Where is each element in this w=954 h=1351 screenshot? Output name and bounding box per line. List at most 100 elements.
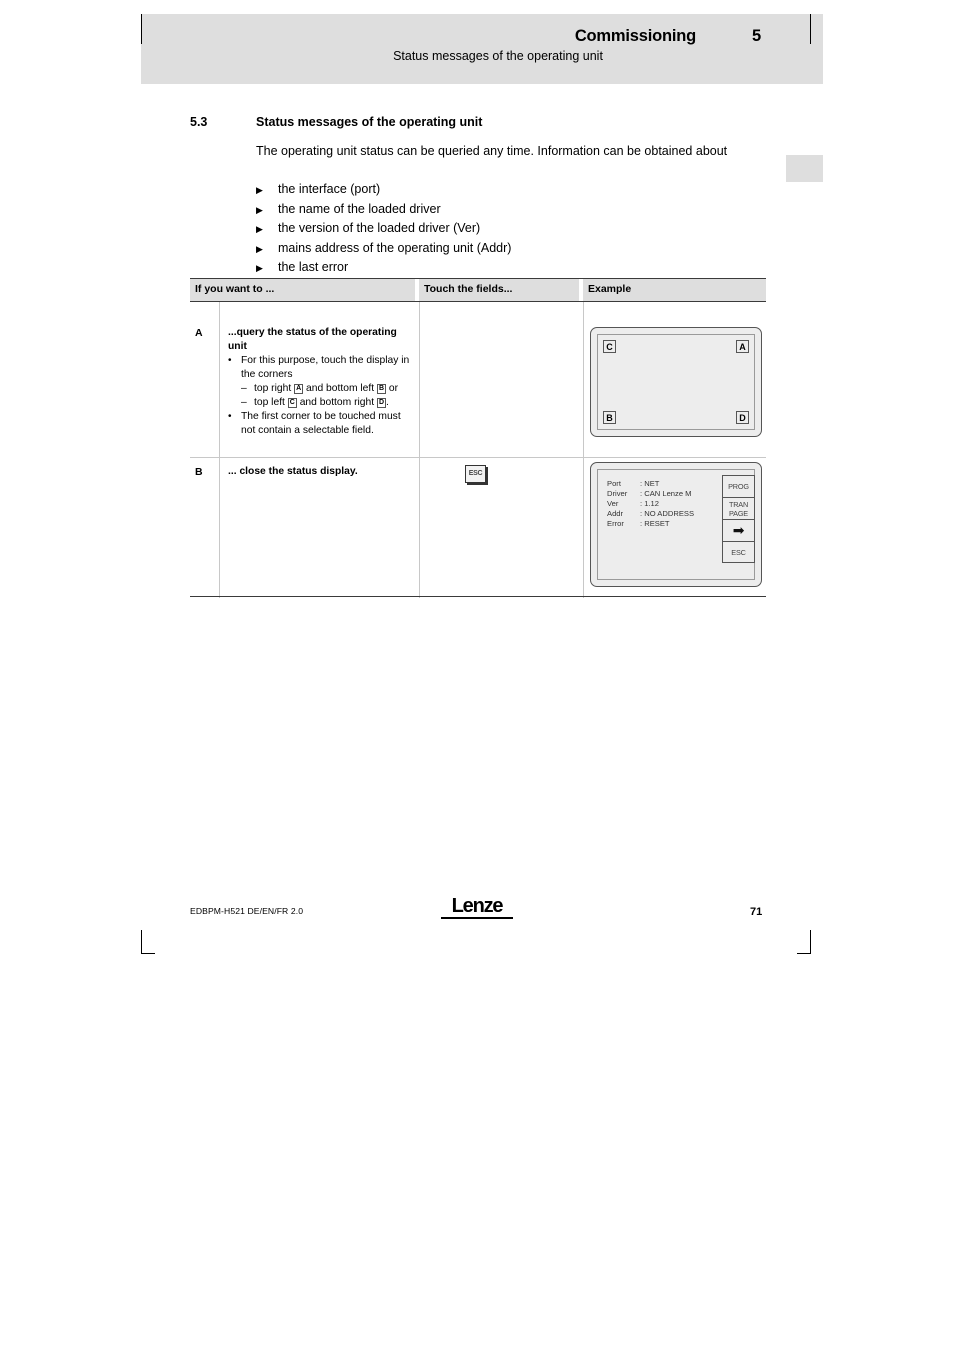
softkey-prog-button[interactable]: PROG (723, 476, 754, 498)
corner-field-b[interactable]: B (603, 411, 616, 424)
row-description-title: ... close the status display. (228, 466, 358, 477)
crop-mark-bottom-left (141, 930, 155, 954)
table-column-divider (419, 302, 420, 598)
status-line: Error : RESET (607, 519, 717, 529)
section-title: Status messages of the operating unit (256, 115, 483, 129)
list-item-label: top right A and bottom left B or (254, 382, 410, 396)
status-line: Addr : NO ADDRESS (607, 509, 717, 519)
status-value-addr: : NO ADDRESS (640, 509, 695, 518)
softkey-arrow-button[interactable]: ➡ (723, 520, 754, 542)
header-rule-right (810, 14, 811, 44)
status-line: Port : NET (607, 479, 717, 489)
softkey-tran-page-button[interactable]: TRAN PAGE (723, 498, 754, 520)
document-page: Commissioning 5 Status messages of the o… (0, 0, 954, 1351)
example-corner-display: C A B D (590, 327, 762, 437)
list-item-label: The first corner to be touched must not … (241, 411, 401, 436)
list-item: ▶ the name of the loaded driver (256, 200, 764, 220)
corner-field-c[interactable]: C (603, 340, 616, 353)
sub-text-mid: and bottom left (303, 383, 377, 394)
list-item-label: mains address of the operating unit (Add… (278, 240, 512, 255)
status-value-port: : NET (640, 479, 660, 488)
touch-field-cell-empty (430, 326, 570, 446)
list-item-label: the name of the loaded driver (278, 201, 441, 216)
table-header-row: If you want to ... Touch the fields... E… (190, 278, 766, 302)
list-item: – top left C and bottom right D. (241, 396, 410, 410)
header-title: Commissioning (574, 27, 696, 45)
status-value-driver: : CAN Lenze M (640, 489, 692, 498)
lenze-logo-text: Lenze (451, 895, 504, 917)
footer-page-number: 71 (750, 906, 763, 918)
list-item: ▶ the version of the loaded driver (Ver) (256, 219, 764, 239)
boxed-letter-d-icon: D (376, 398, 387, 408)
dash-bullet-icon: – (241, 383, 247, 394)
status-key-port: Port (607, 479, 621, 488)
example-status-screen: Port : NET Driver : CAN Lenze M Ver : 1.… (590, 462, 762, 587)
list-item-label: For this purpose, touch the display in t… (241, 355, 410, 380)
esc-key-icon[interactable]: ESC (465, 465, 486, 483)
sub-text-pre: top right (254, 383, 295, 394)
procedure-table: If you want to ... Touch the fields... E… (190, 278, 766, 598)
list-item: • For this purpose, touch the display in… (228, 354, 410, 382)
display-inner-frame (597, 334, 755, 430)
sub-text-pre: top left (254, 397, 288, 408)
triangle-bullet-icon: ▶ (256, 243, 263, 254)
softkey-page-label: PAGE (729, 509, 748, 518)
list-item: ▶ the interface (port) (256, 180, 764, 200)
triangle-bullet-icon: ▶ (256, 204, 263, 215)
list-item-label: the interface (port) (278, 182, 381, 196)
status-key-ver: Ver (607, 499, 619, 508)
corner-field-a[interactable]: A (736, 340, 749, 353)
row-letter: B (195, 466, 203, 478)
softkey-esc-label: ESC (731, 548, 746, 557)
list-item: ▶ mains address of the operating unit (A… (256, 239, 764, 259)
lenze-logo-underline (441, 917, 513, 920)
corner-field-d[interactable]: D (736, 411, 749, 424)
status-message-list: Port : NET Driver : CAN Lenze M Ver : 1.… (607, 479, 717, 529)
list-item-label: top left C and bottom right D. (254, 396, 410, 410)
right-arrow-icon: ➡ (732, 522, 745, 538)
bullet-dot-icon: • (228, 355, 232, 366)
header-rule-left (141, 14, 142, 44)
sub-list: – top right A and bottom left B or – top… (228, 382, 410, 410)
triangle-bullet-icon: ▶ (256, 224, 263, 234)
status-line: Driver : CAN Lenze M (607, 489, 717, 499)
table-body: A ...query the status of the operating u… (190, 302, 766, 598)
softkey-prog-label: PROG (728, 482, 749, 491)
softkey-esc-button[interactable]: ESC (723, 542, 754, 564)
list-item-label: the version of the loaded driver (Ver) (278, 221, 481, 235)
row-description-cell: ...query the status of the operating uni… (228, 326, 410, 438)
list-item: • The first corner to be touched must no… (228, 410, 410, 438)
status-key-driver: Driver (607, 489, 628, 498)
triangle-bullet-icon: ▶ (256, 263, 263, 273)
header-gap (579, 279, 583, 301)
lenze-logo: Lenze (441, 895, 513, 920)
dash-bullet-icon: – (241, 397, 247, 408)
sub-text-post: or (386, 383, 399, 394)
bullet-dot-icon: • (228, 411, 232, 422)
list-item-label: the last error (278, 260, 349, 274)
table-column-divider (583, 302, 584, 598)
column-header-if-you-want-to: If you want to ... (195, 283, 275, 295)
triangle-bullet-icon: ▶ (256, 185, 263, 195)
row-description-cell: ... close the status display. (228, 465, 410, 479)
status-value-error: : RESET (640, 519, 670, 528)
column-header-touch-the-fields: Touch the fields... (424, 283, 513, 295)
chapter-tab-marker (786, 155, 823, 182)
sub-text-mid: and bottom right (296, 397, 377, 408)
section-intro-paragraph: The operating unit status can be queried… (256, 144, 728, 158)
boxed-letter-b-icon: B (376, 384, 387, 394)
boxed-letter-a-icon: A (294, 384, 304, 394)
header-gap (415, 279, 419, 301)
footer-document-code: EDBPM-H521 DE/EN/FR 2.0 (190, 906, 304, 916)
table-bottom-rule (190, 596, 766, 598)
softkey-button-column: PROG TRAN PAGE ➡ ESC (722, 475, 755, 563)
sub-text-post: . (386, 397, 389, 408)
table-row-divider (190, 457, 766, 458)
status-value-ver: : 1.12 (640, 499, 659, 508)
status-key-error: Error (607, 519, 624, 528)
section-bullet-list: ▶ the interface (port) ▶ the name of the… (256, 180, 764, 278)
list-item: – top right A and bottom left B or (241, 382, 410, 396)
header-subtitle: Status messages of the operating unit (393, 49, 603, 63)
crop-mark-bottom-right (797, 930, 811, 954)
status-key-addr: Addr (607, 509, 624, 518)
